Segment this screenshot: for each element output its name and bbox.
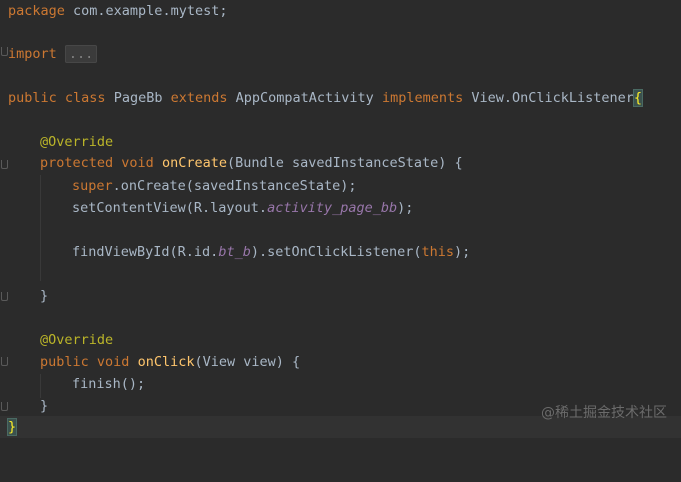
statement: ); [397, 200, 414, 216]
statement: setContentView(R.layout. [72, 200, 268, 216]
method-name: onClick [137, 354, 195, 370]
method-name: onCreate [161, 155, 227, 171]
keyword: protected [40, 155, 114, 171]
code-line-finish[interactable]: finish(); [0, 373, 681, 395]
code-line-annotation[interactable]: @Override [0, 131, 681, 153]
brace: } [40, 398, 49, 414]
watermark: @稀土掘金技术社区 [541, 405, 667, 421]
keyword: class [64, 90, 106, 106]
keyword: void [96, 354, 130, 370]
method-params: (Bundle savedInstanceState) { [226, 155, 463, 171]
keyword: public [8, 90, 57, 106]
code-line-oncreate-signature[interactable]: protected void onCreate(Bundle savedInst… [0, 152, 681, 174]
keyword: super [72, 178, 113, 194]
method-params: (View view) { [194, 354, 301, 370]
code-line-import[interactable]: import ... [0, 43, 681, 65]
resource-field: bt_b [218, 244, 251, 260]
statement: findViewById(R.id. [72, 244, 219, 260]
code-line-find-view[interactable]: findViewById(R.id.bt_b).setOnClickListen… [0, 241, 681, 263]
code-line-package[interactable]: package com.example.mytest; [0, 0, 681, 22]
code-line-set-content-view[interactable]: setContentView(R.layout.activity_page_bb… [0, 197, 681, 219]
keyword: extends [170, 90, 228, 106]
matched-brace: } [6, 418, 18, 436]
class-name: PageBb [105, 90, 171, 106]
annotation: @Override [40, 134, 114, 150]
resource-field: activity_page_bb [267, 200, 398, 216]
keyword: import [8, 46, 57, 62]
code-line-close-brace[interactable]: } [0, 285, 681, 307]
folded-imports[interactable]: ... [64, 45, 98, 63]
keyword: implements [381, 90, 464, 106]
interface-name: View.OnClickListener [463, 90, 634, 106]
code-line-class-declaration[interactable]: public class PageBb extends AppCompatAct… [0, 87, 681, 109]
keyword: package [8, 3, 65, 19]
code-line-super-call[interactable]: super.onCreate(savedInstanceState); [0, 175, 681, 197]
brace: } [40, 288, 49, 304]
statement: ).setOnClickListener( [250, 244, 422, 260]
code-line-onclick-signature[interactable]: public void onClick(View view) { [0, 351, 681, 373]
keyword: this [421, 244, 455, 260]
statement: .onCreate(savedInstanceState); [112, 178, 357, 194]
statement: finish(); [72, 376, 146, 392]
statement: ); [454, 244, 471, 260]
annotation: @Override [40, 332, 114, 348]
matched-brace: { [632, 89, 644, 107]
code-editor[interactable]: package com.example.mytest; import ... p… [0, 0, 681, 438]
code-line-annotation[interactable]: @Override [0, 329, 681, 351]
keyword: public [40, 354, 89, 370]
base-class: AppCompatActivity [227, 90, 382, 106]
keyword: void [121, 155, 154, 171]
package-name: com.example.mytest; [64, 3, 228, 19]
